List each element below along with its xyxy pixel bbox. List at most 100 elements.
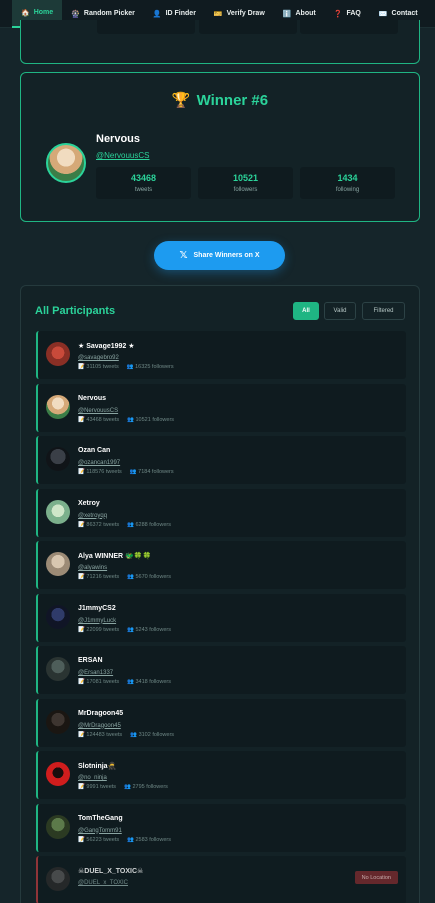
participant-stats: 📝 9991 tweets 👥 2795 followers <box>78 784 168 790</box>
participant-stats: 📝 17081 tweets 👥 3418 followers <box>78 679 171 685</box>
participant-handle-link[interactable]: @NervouusCS <box>78 408 118 414</box>
stat-value: 10521 <box>232 173 259 183</box>
participants-card: All Participants All Valid Filtered ★ Sa… <box>20 285 420 903</box>
nav-verify-draw-label: Verify Draw <box>226 10 265 17</box>
followers-icon: 👥 <box>127 836 134 843</box>
participant-handle-link[interactable]: @Ersan1337 <box>78 670 113 676</box>
participant-name: Ozan Can <box>78 447 111 454</box>
participant-handle-link[interactable]: @GangTomm91 <box>78 828 122 834</box>
followers-icon: 👥 <box>127 679 134 685</box>
followers-count: 10521 followers <box>135 416 175 423</box>
avatar <box>46 867 70 891</box>
tweets-count: 71216 tweets <box>86 574 120 580</box>
participant-name: ERSAN <box>78 657 103 664</box>
tweets-count: 17081 tweets <box>86 679 120 685</box>
stat-value: 43468 <box>130 173 157 183</box>
nav-about-label: About <box>295 10 316 17</box>
nav-home-label: Home <box>33 9 54 16</box>
followers-count: 2795 followers <box>132 784 168 790</box>
avatar <box>46 552 70 576</box>
participant-name: ★ Savage1992 ★ <box>78 343 135 350</box>
avatar <box>46 762 70 786</box>
participant-handle-link[interactable]: @xetroyqq <box>78 513 107 519</box>
tweets-count: 86372 tweets <box>86 521 120 528</box>
wheel-icon: 🎡 <box>71 10 80 18</box>
stat-value: 1434 <box>337 173 358 183</box>
filter-valid-button[interactable]: Valid <box>324 302 356 320</box>
winner-card: 🏆 Winner #6 Nervous @NervouusCS 43468 twe… <box>20 72 420 222</box>
participant-stats: 📝 22099 tweets 👥 5243 followers <box>78 627 171 633</box>
ticket-icon: 🎫 <box>213 10 223 18</box>
nav-faq-label: FAQ <box>346 10 361 17</box>
followers-count: 7184 followers <box>138 469 174 475</box>
previous-stat-box <box>300 20 398 34</box>
filter-all-button[interactable]: All <box>293 302 319 320</box>
participant-row[interactable]: J1mmyCS2 @J1mmyLuck 📝 22099 tweets 👥 5243 f… <box>36 593 406 642</box>
participant-handle-link[interactable]: @alyawins <box>78 565 107 571</box>
nav-contact-label: Contact <box>391 10 418 17</box>
participant-row[interactable]: ★ Savage1992 ★ @savagebro92 📝 31105 tweets… <box>36 331 406 379</box>
participant-handle-link[interactable]: @ozancan1997 <box>78 460 120 466</box>
avatar <box>46 604 70 629</box>
winner-handle-link[interactable]: @NervouusCS <box>96 151 149 160</box>
followers-icon: 👥 <box>127 626 134 633</box>
filter-filtered-button[interactable]: Filtered <box>362 302 405 320</box>
winner-tweets-stat: 43468 tweets <box>96 167 191 199</box>
participant-handle-link[interactable]: @J1mmyLuck <box>78 618 116 624</box>
tweets-count: 22099 tweets <box>86 626 120 633</box>
participant-row[interactable]: TomTheGang @GangTomm91 📝 56223 tweets 👥 258… <box>36 803 406 852</box>
avatar <box>46 447 70 471</box>
stat-label: following <box>335 187 360 193</box>
participant-handle-link[interactable]: @savagebro92 <box>78 355 119 361</box>
participant-name: Xetroy <box>78 499 100 507</box>
followers-icon: 👥 <box>126 364 134 370</box>
tweets-icon: 📝 <box>78 731 85 738</box>
stat-label: followers <box>233 187 258 193</box>
participant-handle-link[interactable]: @DUEL_x_TOXIC <box>78 880 128 886</box>
followers-icon: 👥 <box>124 784 131 790</box>
tweets-count: 56223 tweets <box>86 836 120 843</box>
participant-row[interactable]: ☠DUEL_X_TOXIC☠ @DUEL_x_TOXIC No Location <box>36 856 406 903</box>
followers-count: 2583 followers <box>135 836 171 843</box>
avatar <box>46 342 70 366</box>
participant-stats: 📝 124483 tweets 👥 3102 followers <box>78 732 174 738</box>
previous-stat-box <box>199 20 297 34</box>
participant-row[interactable]: Alya WINNER 🐲🍀🍀 @alyawins 📝 71216 tweets 👥 … <box>36 541 406 589</box>
user-icon: 👤 <box>152 10 162 18</box>
avatar <box>46 657 70 681</box>
winner-following-stat: 1434 following <box>300 167 395 199</box>
followers-count: 5670 followers <box>135 574 171 580</box>
previous-winner-card <box>20 20 420 64</box>
participant-row[interactable]: Slotninja🥷 @no_ninja 📝 9991 tweets 👥 2795 f… <box>36 751 406 799</box>
participant-stats: 📝 31105 tweets 👥 16325 followers <box>78 364 174 370</box>
followers-icon: 👥 <box>127 574 134 580</box>
tweets-icon: 📝 <box>78 836 85 843</box>
participant-name: Nervous <box>78 394 107 402</box>
tweets-count: 118576 tweets <box>86 469 122 475</box>
followers-icon: 👥 <box>130 731 138 738</box>
previous-stat-box <box>97 20 195 34</box>
tweets-icon: 📝 <box>78 364 85 370</box>
participant-handle-link[interactable]: @no_ninja <box>78 775 107 781</box>
home-icon: 🏠 <box>21 9 30 17</box>
participant-row[interactable]: Xetroy @xetroyqq 📝 86372 tweets 👥 6288 foll… <box>36 488 406 537</box>
nav-id-finder-label: ID Finder <box>165 10 196 17</box>
participant-row[interactable]: Ozan Can @ozancan1997 📝 118576 tweets 👥 718… <box>36 436 406 484</box>
nav-random-picker-label: Random Picker <box>83 10 135 17</box>
winner-title-text: Winner #6 <box>196 92 269 109</box>
followers-count: 5243 followers <box>135 626 171 633</box>
share-winners-button[interactable]: 𝕏 Share Winners on X <box>154 241 285 270</box>
participant-row[interactable]: ERSAN @Ersan1337 📝 17081 tweets 👥 3418 foll… <box>36 646 406 694</box>
avatar <box>46 814 70 839</box>
participant-row[interactable]: MrDragoon45 @MrDragoon45 📝 124483 tweets 👥 … <box>36 698 406 747</box>
followers-count: 16325 followers <box>135 364 174 370</box>
followers-count: 6288 followers <box>135 521 171 528</box>
tweets-count: 124483 tweets <box>86 731 123 738</box>
participant-name: TomTheGang <box>78 814 123 822</box>
tweets-icon: 📝 <box>78 469 85 475</box>
question-icon: ❓ <box>333 10 343 18</box>
tweets-icon: 📝 <box>78 784 85 790</box>
x-logo-icon: 𝕏 <box>179 250 188 261</box>
participant-row[interactable]: Nervous @NervouusCS 📝 43468 tweets 👥 10521 … <box>36 383 406 432</box>
participant-handle-link[interactable]: @MrDragoon45 <box>78 723 121 729</box>
